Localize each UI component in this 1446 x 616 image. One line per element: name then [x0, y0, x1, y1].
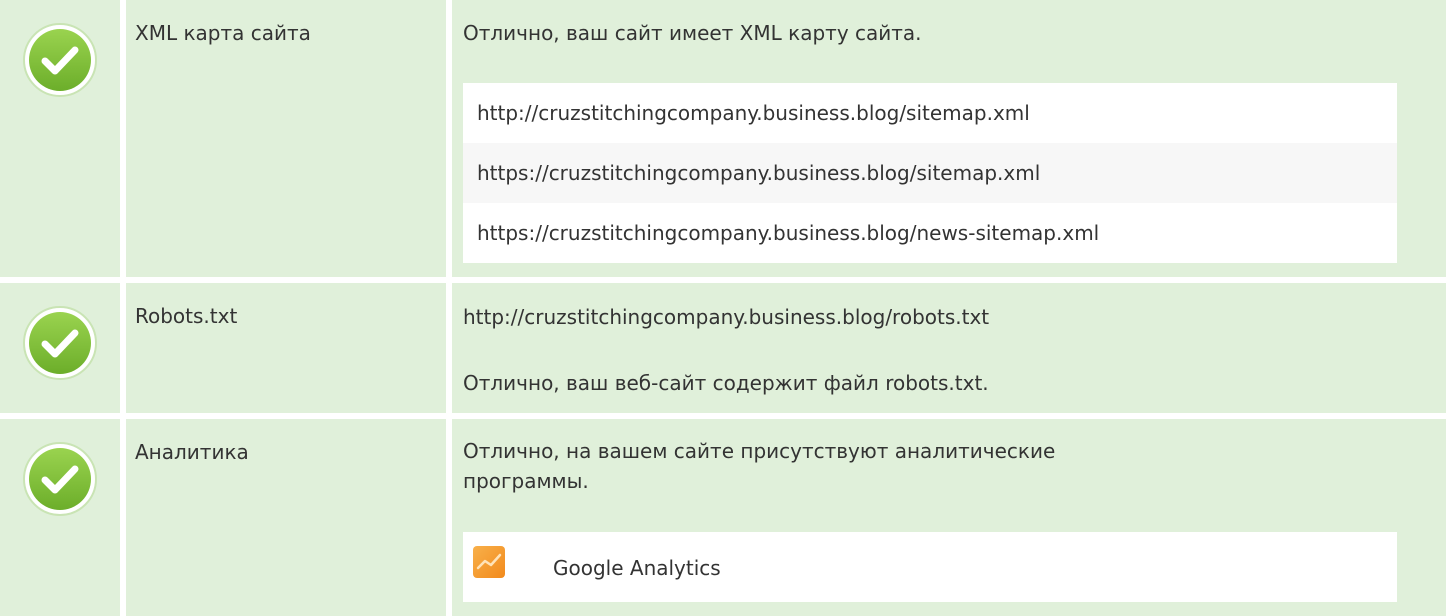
- robots-url: http://cruzstitchingcompany.business.blo…: [463, 305, 990, 329]
- row-label: Аналитика: [135, 440, 249, 464]
- google-analytics-icon: [473, 546, 505, 578]
- content-cell: http://cruzstitchingcompany.business.blo…: [452, 283, 1446, 413]
- check-circle-icon: [23, 23, 97, 97]
- content-cell: Отлично, ваш сайт имеет XML карту сайта.…: [452, 0, 1446, 277]
- result-row-xml-sitemap: XML карта сайта Отлично, ваш сайт имеет …: [0, 0, 1446, 277]
- sitemap-list: http://cruzstitchingcompany.business.blo…: [463, 83, 1397, 263]
- label-cell: Аналитика: [126, 419, 446, 616]
- sitemap-url: https://cruzstitchingcompany.business.bl…: [477, 221, 1100, 245]
- sitemap-url: http://cruzstitchingcompany.business.blo…: [477, 101, 1030, 125]
- check-circle-icon: [23, 306, 97, 380]
- label-cell: Robots.txt: [126, 283, 446, 413]
- status-cell: [0, 283, 120, 413]
- content-cell: Отлично, на вашем сайте присутствуют ана…: [452, 419, 1446, 616]
- status-message: Отлично, на вашем сайте присутствуют ана…: [463, 439, 1056, 493]
- status-message: Отлично, ваш веб-сайт содержит файл robo…: [463, 371, 989, 395]
- sitemap-url: https://cruzstitchingcompany.business.bl…: [463, 143, 1397, 203]
- status-cell: [0, 419, 120, 616]
- status-message: Отлично, ваш сайт имеет XML карту сайта.: [463, 21, 922, 45]
- result-row-analytics: Аналитика Отлично, на вашем сайте присут…: [0, 419, 1446, 616]
- status-cell: [0, 0, 120, 277]
- row-label: XML карта сайта: [135, 21, 311, 45]
- analytics-tool-name: Google Analytics: [553, 556, 721, 580]
- analytics-tool-item: Google Analytics: [463, 532, 1397, 602]
- row-label: Robots.txt: [135, 304, 238, 328]
- result-row-robots: Robots.txt http://cruzstitchingcompany.b…: [0, 283, 1446, 413]
- check-circle-icon: [23, 442, 97, 516]
- label-cell: XML карта сайта: [126, 0, 446, 277]
